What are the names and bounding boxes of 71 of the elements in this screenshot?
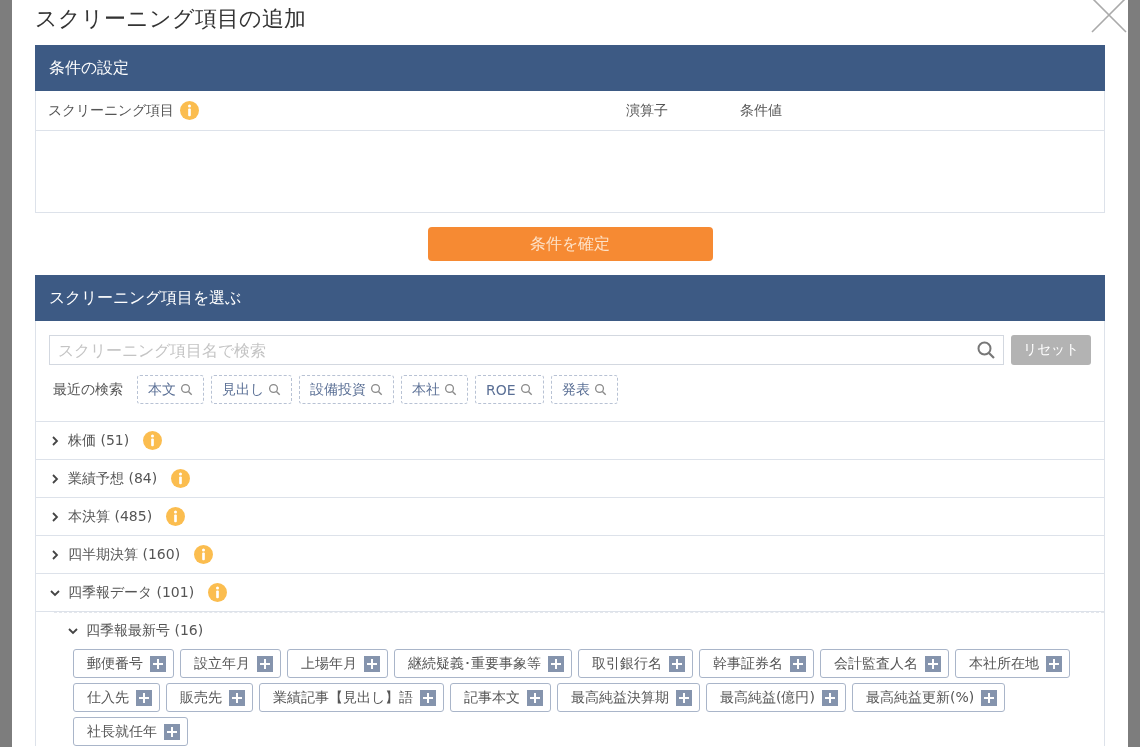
column-header: 条件値 bbox=[740, 101, 782, 118]
add-item-button[interactable]: 販売先 bbox=[166, 683, 253, 712]
plus-icon bbox=[229, 689, 245, 706]
plus-icon bbox=[1046, 655, 1062, 672]
add-item-button[interactable]: 最高純益(億円) bbox=[706, 683, 846, 712]
category-row[interactable]: 本決算 (485) bbox=[36, 498, 1104, 536]
recent-search-tag[interactable]: 見出し bbox=[211, 375, 292, 404]
category-row[interactable]: 四半期決算 (160) bbox=[36, 536, 1104, 574]
search-icon bbox=[370, 383, 383, 396]
add-item-button[interactable]: 幹事証券名 bbox=[699, 649, 814, 678]
add-item-button[interactable]: 最高純益更新(%) bbox=[851, 683, 1006, 712]
panel-header: スクリーニング項目を選ぶ bbox=[35, 275, 1105, 321]
search-icon bbox=[976, 340, 996, 360]
chevron-right-icon bbox=[50, 511, 60, 522]
chevron-down-icon bbox=[50, 587, 60, 598]
add-item-button[interactable]: 郵便番号 bbox=[73, 649, 174, 678]
plus-icon bbox=[676, 689, 692, 706]
info-icon bbox=[180, 101, 199, 120]
plus-icon bbox=[257, 655, 273, 672]
chevron-right-icon bbox=[50, 549, 60, 560]
chevron-right-icon bbox=[50, 473, 60, 484]
subcategory-row[interactable]: 四季報最新号 (16) bbox=[54, 613, 1104, 649]
add-item-button[interactable]: 設立年月 bbox=[180, 649, 281, 678]
add-item-button[interactable]: 継続疑義･重要事象等 bbox=[394, 649, 572, 678]
add-item-button[interactable]: 上場年月 bbox=[287, 649, 388, 678]
column-header: スクリーニング項目 bbox=[48, 101, 174, 120]
plus-icon bbox=[981, 689, 998, 706]
plus-icon bbox=[364, 655, 380, 672]
plus-icon bbox=[790, 655, 806, 672]
category-row[interactable]: 四季報データ (101) bbox=[36, 574, 1104, 612]
plus-icon bbox=[420, 689, 436, 706]
plus-icon bbox=[669, 655, 685, 672]
chevron-down-icon bbox=[68, 626, 78, 636]
add-item-button[interactable]: 会計監査人名 bbox=[820, 649, 949, 678]
search-icon bbox=[593, 383, 607, 396]
recent-searches-label: 最近の検索 bbox=[53, 380, 123, 399]
info-icon bbox=[208, 583, 228, 602]
search-icon bbox=[180, 383, 193, 396]
plus-icon bbox=[150, 655, 166, 672]
plus-icon bbox=[527, 689, 543, 706]
chevron-right-icon bbox=[50, 435, 60, 446]
add-item-button[interactable]: 最高純益決算期 bbox=[557, 683, 700, 712]
info-icon bbox=[166, 507, 186, 526]
column-header: 演算子 bbox=[626, 101, 668, 118]
add-item-button[interactable]: 仕入先 bbox=[73, 683, 160, 712]
info-icon bbox=[194, 545, 214, 564]
plus-icon bbox=[925, 655, 941, 672]
category-row[interactable]: 業績予想 (84) bbox=[36, 460, 1104, 498]
recent-search-tag[interactable]: 発表 bbox=[550, 375, 618, 404]
plus-icon bbox=[136, 689, 152, 706]
add-item-button[interactable]: 本社所在地 bbox=[955, 649, 1070, 678]
plus-icon bbox=[164, 723, 180, 740]
dialog-title: スクリーニング項目の追加 bbox=[35, 5, 306, 33]
category-row[interactable]: 株価 (51) bbox=[36, 422, 1104, 460]
info-icon bbox=[143, 431, 163, 450]
search-icon bbox=[519, 383, 533, 396]
close-icon[interactable] bbox=[1091, 0, 1127, 33]
plus-icon bbox=[548, 655, 564, 672]
plus-icon bbox=[821, 689, 838, 706]
search-icon bbox=[444, 383, 457, 396]
info-icon bbox=[171, 469, 191, 488]
add-item-button[interactable]: 取引銀行名 bbox=[578, 649, 693, 678]
add-item-button[interactable]: 社長就任年 bbox=[73, 717, 188, 746]
recent-search-tag[interactable]: 設備投資 bbox=[299, 375, 394, 404]
recent-search-tag[interactable]: ROE bbox=[475, 375, 544, 404]
add-item-button[interactable]: 記事本文 bbox=[450, 683, 551, 712]
add-item-button[interactable]: 業績記事【見出し】語 bbox=[259, 683, 444, 712]
recent-search-tag[interactable]: 本文 bbox=[137, 375, 204, 404]
panel-header: 条件の設定 bbox=[35, 45, 1105, 91]
search-icon bbox=[268, 383, 281, 396]
recent-search-tag[interactable]: 本社 bbox=[401, 375, 468, 404]
